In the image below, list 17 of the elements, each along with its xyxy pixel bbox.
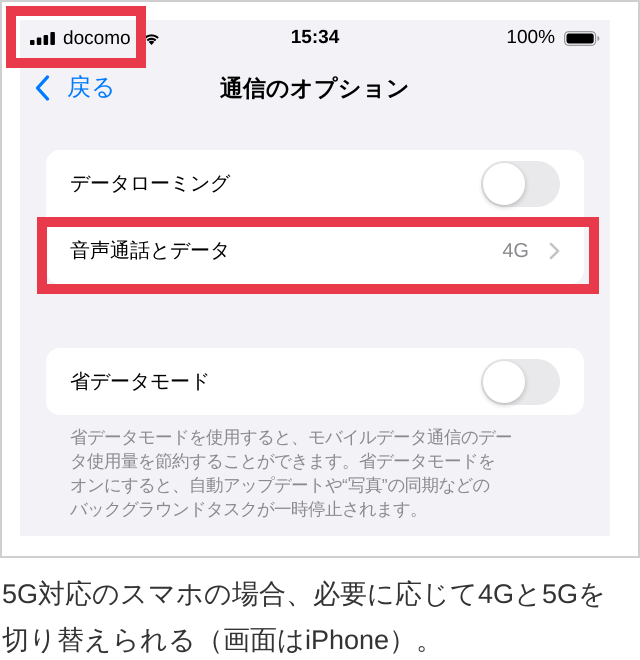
carrier-name: docomo [63,28,131,48]
back-button[interactable]: 戻る [20,70,116,106]
setting-label: データローミング [70,172,230,196]
toggle-switch[interactable] [481,160,560,206]
footnote-text: 省データモードを使用すると、モバイルデータ通信のデー タ使用量を節約することができます。省データモードを オンにすると、自動アップデートや“写真”の同期などの バックグラウンドタスクが一時停止されます。 [69,426,513,521]
battery-icon [564,30,600,46]
setting-label: 省データモード [70,370,210,394]
toggle-switch[interactable] [481,358,560,404]
setting-label: 音声通話とデータ [70,238,230,264]
chevron-left-icon [35,75,50,101]
screen-title: 通信のオプション [220,74,410,103]
chevron-right-icon [549,242,560,260]
caption-text: 5G対応のスマホの場合、必要に応じて4Gと5Gを 切り替えられる（画面はiPhone）。 [1,578,608,657]
signal-bars-icon [30,32,55,44]
setting-value: 4G [502,238,529,264]
status-time: 15:34 [290,26,340,50]
battery-percent: 100% [506,26,556,50]
